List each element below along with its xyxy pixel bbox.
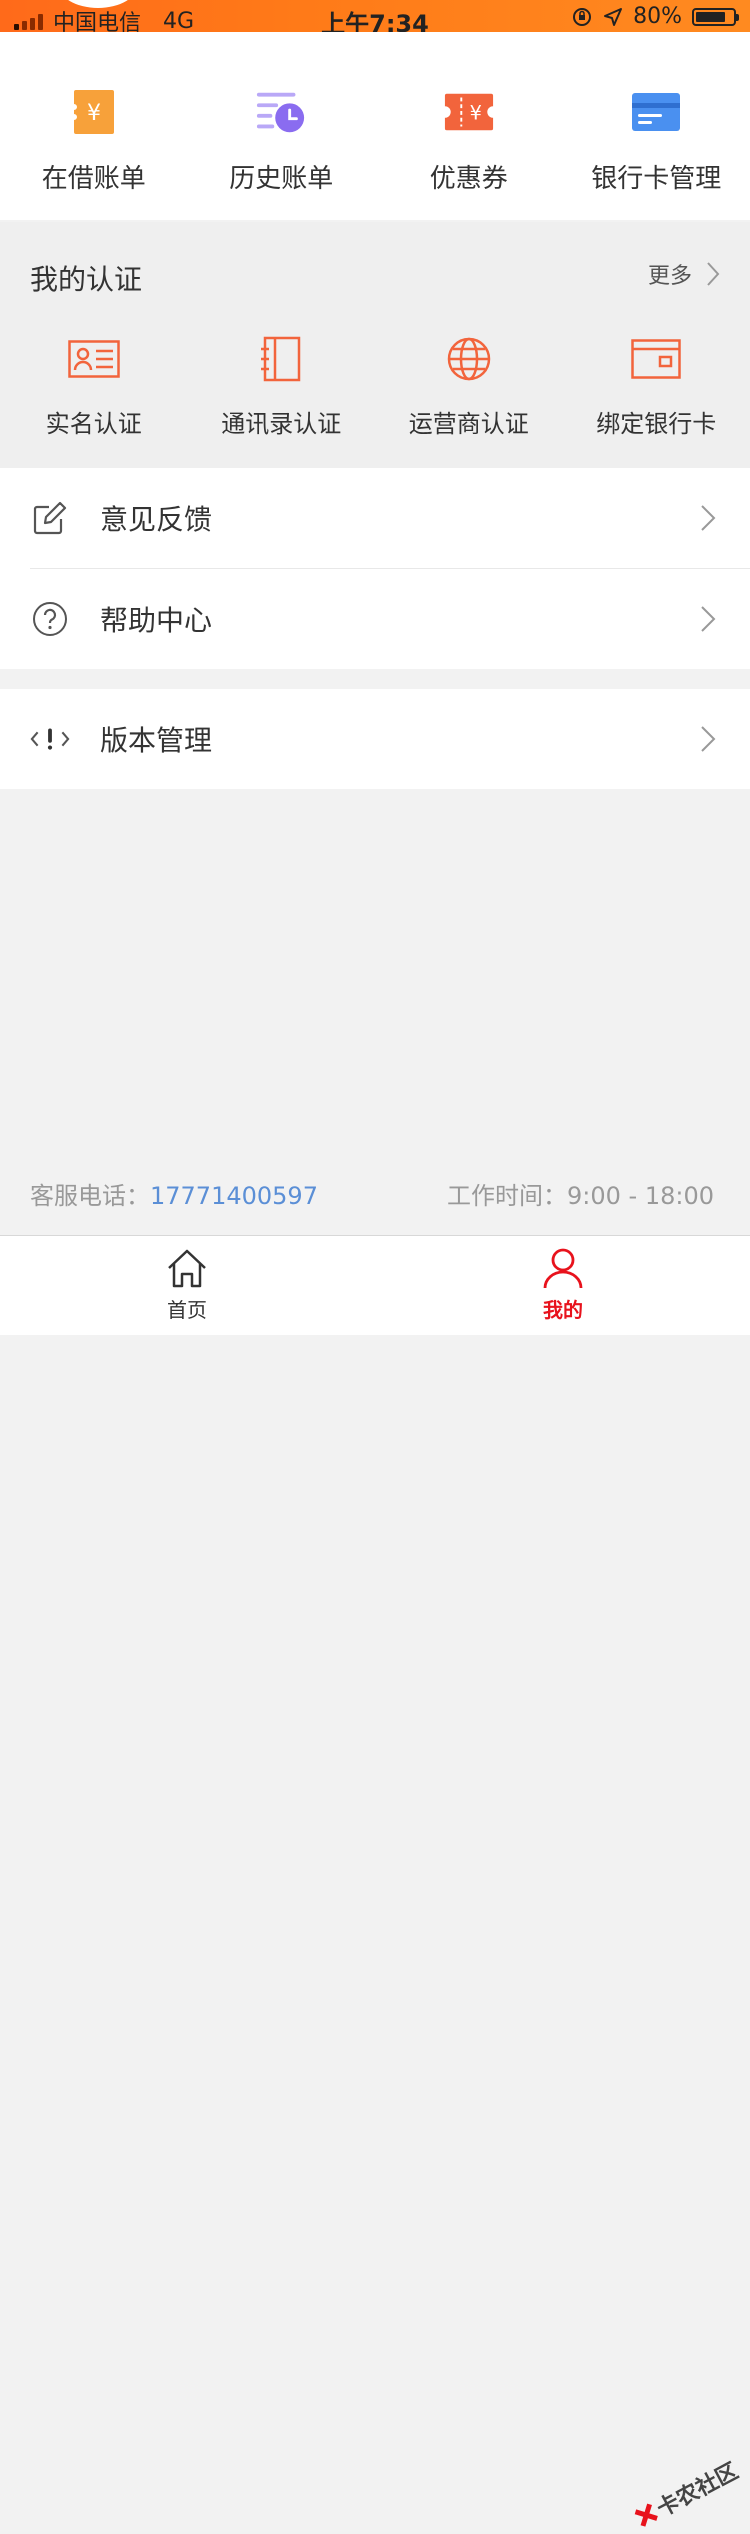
svg-text:¥: ¥	[87, 101, 101, 126]
watermark: 卡农社区	[629, 2454, 743, 2534]
menu-item-label: 意见反馈	[100, 498, 212, 538]
rotation-lock-icon	[571, 6, 593, 28]
menu-group-2: 版本管理	[0, 689, 750, 789]
coupon-icon: ¥	[443, 86, 495, 138]
id-card-icon	[66, 334, 122, 384]
quick-action-current-bills[interactable]: ¥ 在借账单	[0, 32, 188, 220]
more-link[interactable]: 更多	[648, 258, 720, 290]
cert-label: 运营商认证	[409, 404, 529, 439]
chevron-right-icon	[700, 504, 716, 532]
chevron-right-icon	[700, 605, 716, 633]
code-alert-icon	[30, 719, 70, 759]
menu-item-label: 帮助中心	[100, 599, 212, 639]
cert-real-name[interactable]: 实名认证	[0, 334, 188, 439]
tab-label: 首页	[167, 1294, 207, 1323]
hotline-number[interactable]: 17771400597	[150, 1182, 318, 1210]
battery-percent: 80%	[633, 4, 682, 29]
user-icon	[541, 1246, 585, 1290]
tab-label: 我的	[543, 1294, 583, 1323]
cert-bind-bank-card[interactable]: 绑定银行卡	[563, 334, 750, 439]
cert-carrier[interactable]: 运营商认证	[375, 334, 563, 439]
quick-action-label: 银行卡管理	[591, 158, 721, 195]
quick-action-coupons[interactable]: ¥ 优惠券	[375, 32, 563, 220]
cert-label: 绑定银行卡	[596, 404, 716, 439]
location-arrow-icon	[603, 7, 623, 27]
cert-label: 通讯录认证	[221, 404, 341, 439]
menu-item-help[interactable]: 帮助中心	[0, 569, 750, 669]
status-bar: 中国电信 4G 上午7:34 80%	[0, 0, 750, 32]
svg-text:¥: ¥	[469, 102, 481, 125]
cert-contacts[interactable]: 通讯录认证	[188, 334, 376, 439]
watermark-text: 卡农社区	[650, 2454, 743, 2524]
customer-service-hotline: 客服电话：17771400597	[30, 1176, 318, 1211]
battery-icon	[692, 8, 736, 26]
address-book-icon	[253, 334, 309, 384]
quick-actions: ¥ 在借账单 历史账单 ¥ 优惠券	[0, 32, 750, 220]
home-icon	[165, 1246, 209, 1290]
help-circle-icon	[30, 599, 70, 639]
tab-home[interactable]: 首页	[137, 1246, 237, 1323]
wallet-icon	[628, 334, 684, 384]
menu-item-version[interactable]: 版本管理	[0, 689, 750, 789]
menu-item-label: 版本管理	[100, 719, 212, 759]
tab-bar: 首页 我的 卡农社区	[0, 1235, 750, 1335]
menu-item-feedback[interactable]: 意见反馈	[0, 468, 750, 568]
quick-action-bank-cards[interactable]: 银行卡管理	[563, 32, 750, 220]
network-type: 4G	[163, 9, 194, 34]
edit-icon	[30, 498, 70, 538]
menu-group-1: 意见反馈 帮助中心	[0, 468, 750, 669]
chevron-right-icon	[706, 261, 720, 287]
signal-icon	[14, 12, 43, 30]
working-hours: 工作时间：9:00 - 18:00	[447, 1176, 714, 1211]
quick-action-label: 历史账单	[229, 158, 333, 195]
more-label: 更多	[648, 258, 692, 290]
bank-card-icon	[630, 86, 682, 138]
hotline-label: 客服电话：	[30, 1182, 150, 1210]
quick-action-label: 在借账单	[42, 158, 146, 195]
section-title: 我的认证	[30, 258, 142, 298]
globe-icon	[441, 334, 497, 384]
history-clock-icon	[255, 86, 307, 138]
quick-action-history-bills[interactable]: 历史账单	[188, 32, 376, 220]
tab-mine[interactable]: 我的	[513, 1246, 613, 1323]
yen-ticket-icon: ¥	[68, 86, 120, 138]
certification-section: 我的认证 更多 实名认证	[0, 222, 750, 468]
quick-action-label: 优惠券	[430, 158, 508, 195]
chevron-right-icon	[700, 725, 716, 753]
cert-label: 实名认证	[46, 404, 142, 439]
